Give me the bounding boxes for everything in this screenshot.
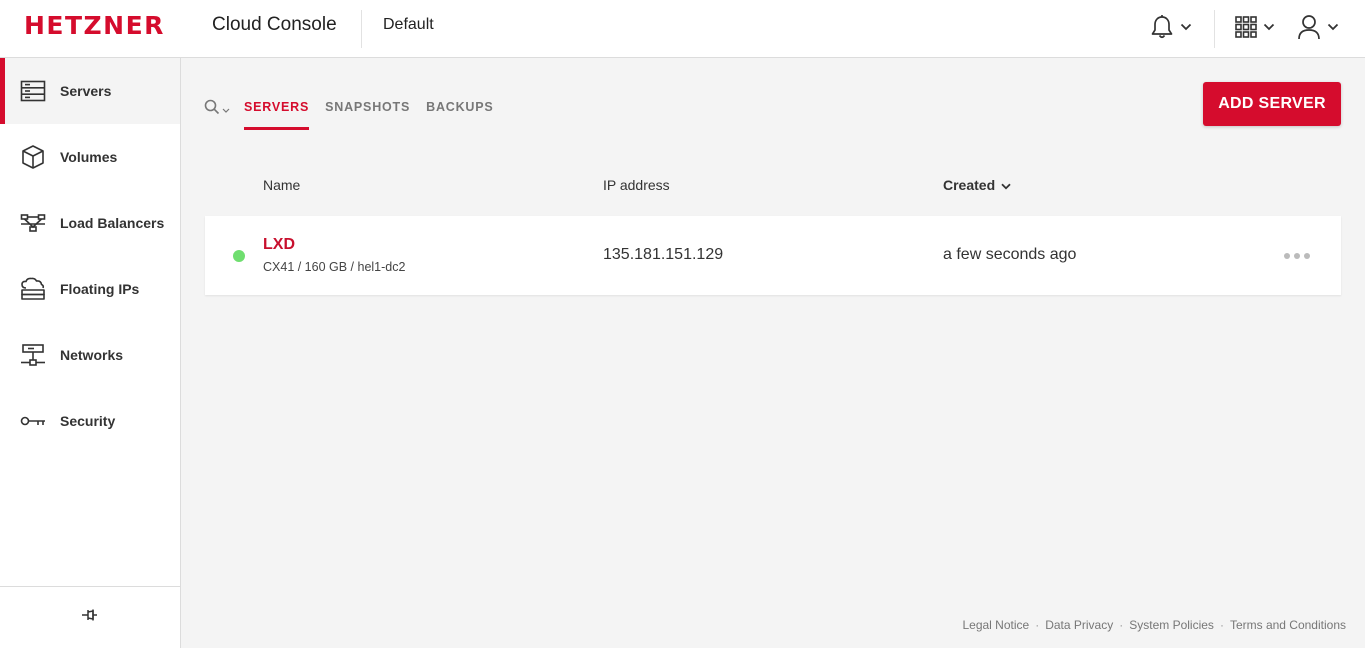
project-selector[interactable]: Default <box>383 16 434 34</box>
data-privacy-link[interactable]: Data Privacy <box>1045 618 1113 632</box>
more-dot-icon <box>1294 253 1300 259</box>
chevron-down-icon <box>1327 23 1339 31</box>
sidebar-item-security[interactable]: Security <box>0 388 180 454</box>
tab-snapshots[interactable]: SNAPSHOTS <box>325 95 410 130</box>
load-balancer-icon <box>20 210 46 236</box>
notifications-button[interactable] <box>1150 12 1192 42</box>
sidebar-item-label: Servers <box>60 83 112 99</box>
chevron-down-icon <box>1001 177 1011 193</box>
table-row[interactable]: LXD CX41 / 160 GB / hel1-dc2 135.181.151… <box>205 216 1341 295</box>
add-server-button[interactable]: ADD SERVER <box>1203 82 1341 126</box>
bell-icon <box>1150 14 1174 40</box>
chevron-down-icon <box>222 101 230 119</box>
more-actions-button[interactable] <box>1277 244 1317 268</box>
sidebar-item-volumes[interactable]: Volumes <box>0 124 180 190</box>
search-icon <box>204 99 220 120</box>
more-dot-icon <box>1304 253 1310 259</box>
footer-separator: · <box>1035 618 1040 632</box>
server-created-time: a few seconds ago <box>943 246 1077 263</box>
grid-icon <box>1235 16 1257 38</box>
hetzner-logo[interactable]: HETZNER <box>24 11 165 40</box>
column-header-label: Created <box>943 177 996 193</box>
sidebar-item-load-balancers[interactable]: Load Balancers <box>0 190 180 256</box>
column-header-ip: IP address <box>603 177 670 193</box>
sidebar: Servers Volumes Load Balancers Floating … <box>0 58 181 648</box>
user-icon <box>1297 14 1321 40</box>
footer-separator: · <box>1119 618 1124 632</box>
sidebar-item-label: Load Balancers <box>60 215 165 231</box>
tab-backups[interactable]: BACKUPS <box>426 95 493 130</box>
top-header: HETZNER Cloud Console Default <box>0 0 1365 58</box>
server-specs: CX41 / 160 GB / hel1-dc2 <box>263 260 406 274</box>
sidebar-item-label: Security <box>60 413 116 429</box>
header-divider <box>361 10 362 48</box>
column-header-created[interactable]: Created <box>943 177 1011 193</box>
floating-ip-icon <box>20 276 46 302</box>
network-icon <box>20 342 46 368</box>
sidebar-item-label: Volumes <box>60 149 118 165</box>
chevron-down-icon <box>1263 23 1275 31</box>
pin-icon <box>81 608 99 627</box>
sidebar-item-floating-ips[interactable]: Floating IPs <box>0 256 180 322</box>
legal-notice-link[interactable]: Legal Notice <box>962 618 1029 632</box>
sidebar-item-label: Floating IPs <box>60 281 140 297</box>
footer-links: Legal Notice · Data Privacy · System Pol… <box>962 618 1346 632</box>
server-ip-address: 135.181.151.129 <box>603 246 724 263</box>
footer-separator: · <box>1219 618 1224 632</box>
pin-sidebar-button[interactable] <box>0 586 180 648</box>
search-toggle[interactable] <box>204 99 230 120</box>
tab-servers[interactable]: SERVERS <box>244 95 310 130</box>
more-dot-icon <box>1284 253 1290 259</box>
terms-and-conditions-link[interactable]: Terms and Conditions <box>1230 618 1346 632</box>
system-policies-link[interactable]: System Policies <box>1129 618 1214 632</box>
sidebar-item-servers[interactable]: Servers <box>0 58 180 124</box>
sidebar-item-label: Networks <box>60 347 124 363</box>
server-icon <box>20 78 46 104</box>
app-title: Cloud Console <box>212 14 337 35</box>
key-icon <box>20 408 46 434</box>
server-name-link[interactable]: LXD <box>263 236 295 254</box>
status-indicator-running <box>233 250 245 262</box>
column-header-name: Name <box>263 177 301 193</box>
account-menu-button[interactable] <box>1297 12 1339 42</box>
chevron-down-icon <box>1180 23 1192 31</box>
apps-menu-button[interactable] <box>1235 12 1275 42</box>
server-tabs: SERVERS SNAPSHOTS BACKUPS <box>204 95 510 131</box>
header-divider <box>1214 10 1215 48</box>
cube-icon <box>20 144 46 170</box>
sidebar-item-networks[interactable]: Networks <box>0 322 180 388</box>
